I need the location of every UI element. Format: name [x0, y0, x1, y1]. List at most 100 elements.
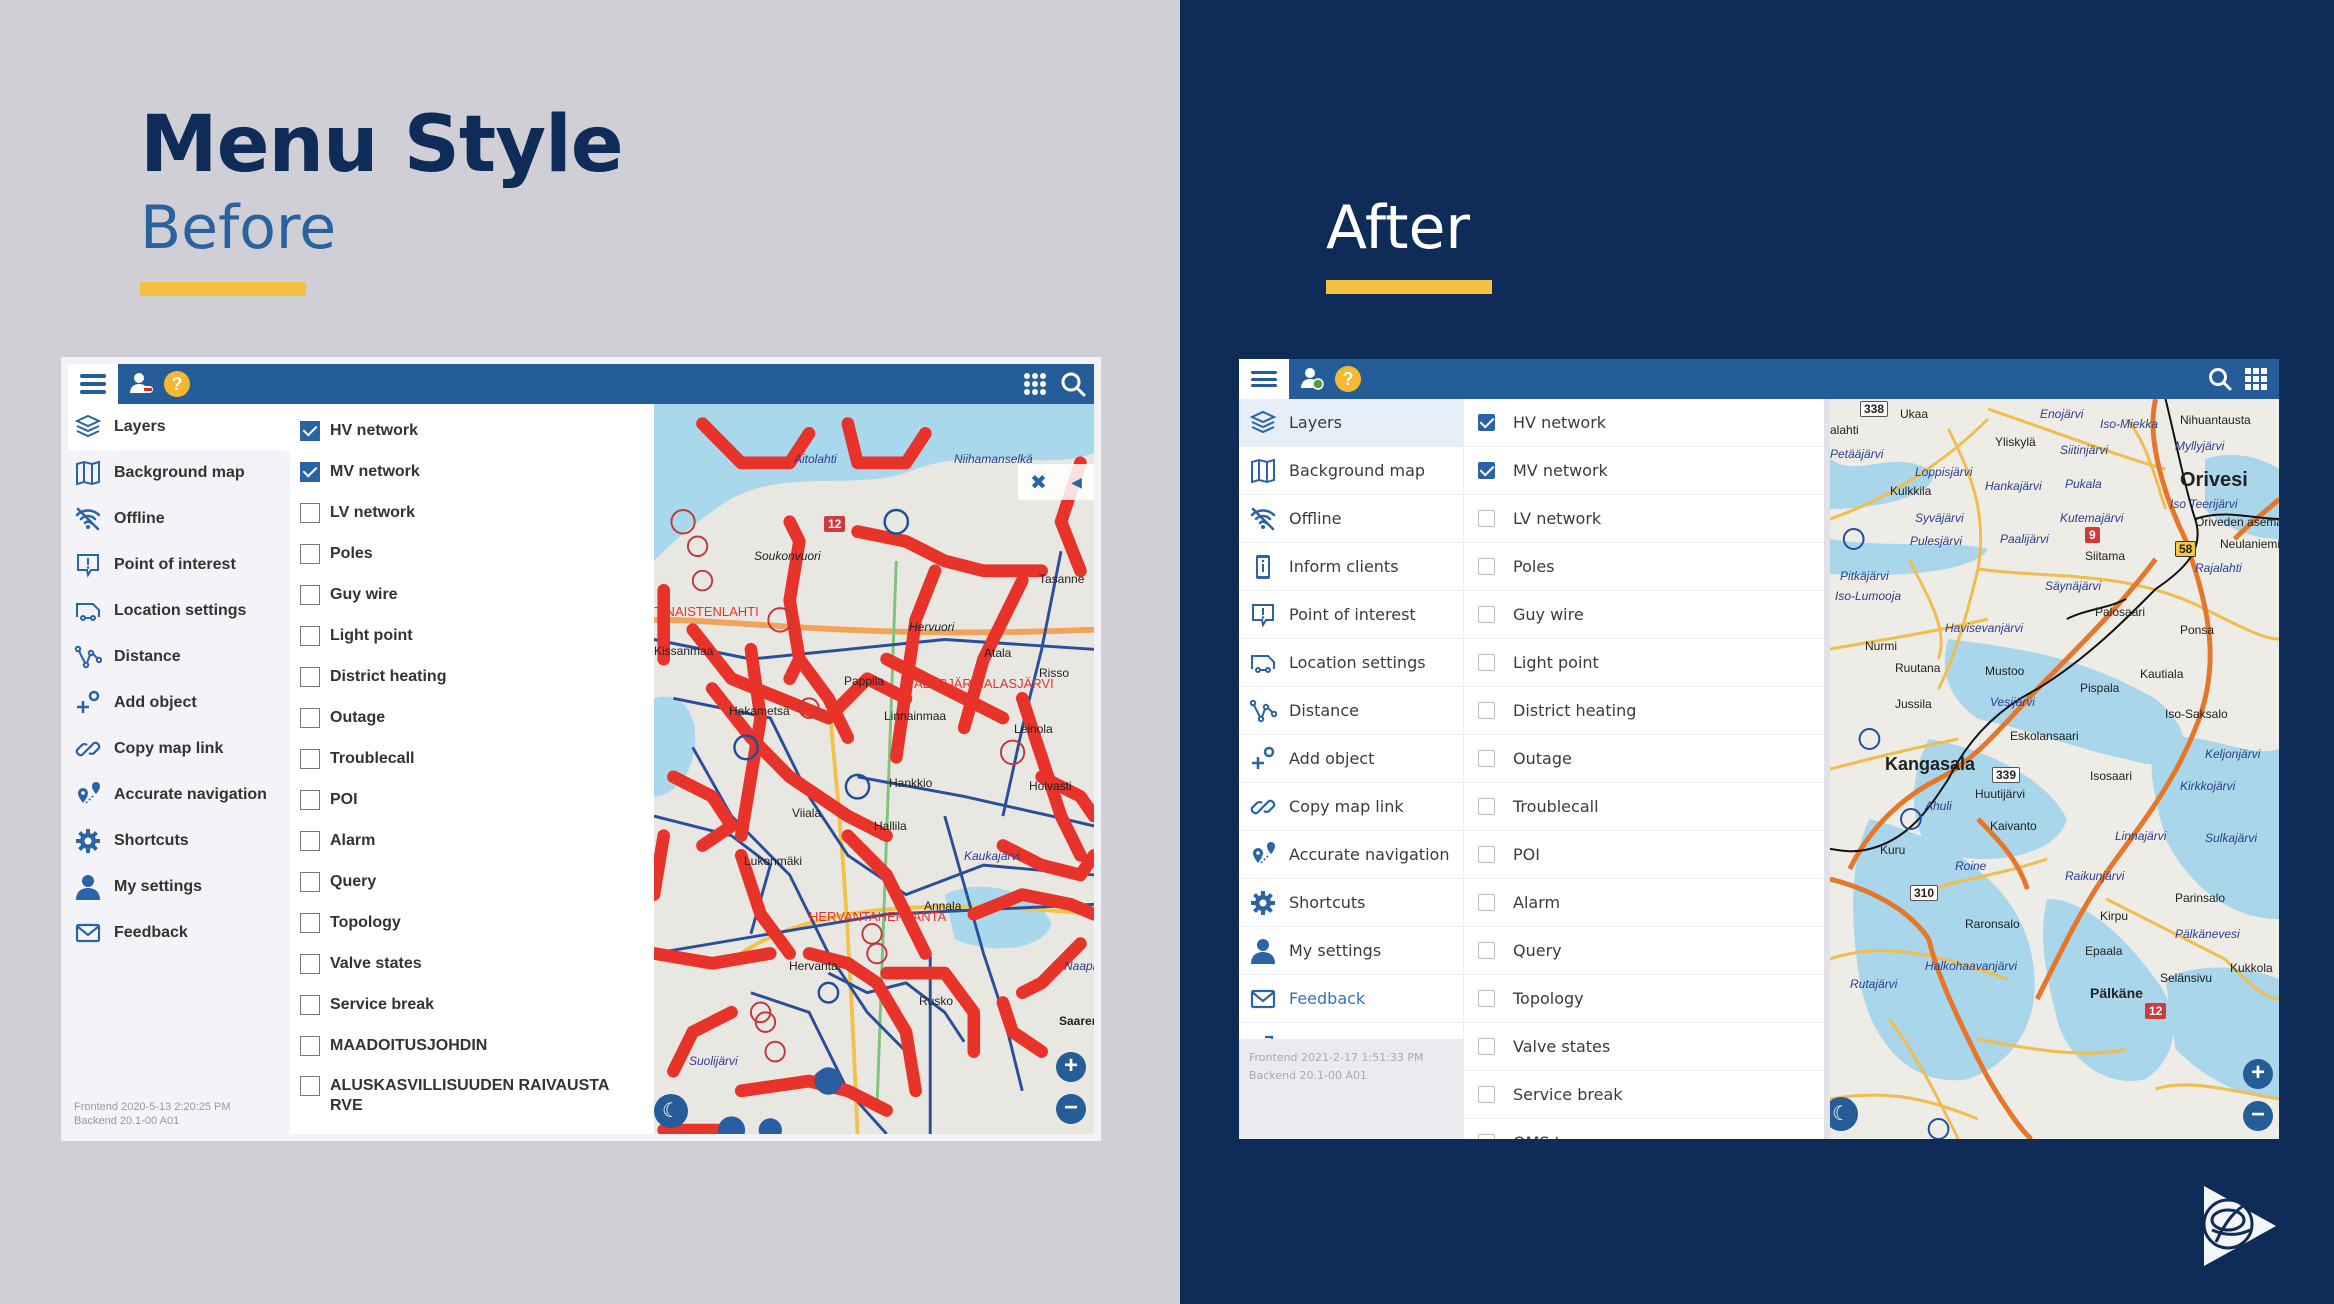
search-icon[interactable]	[2207, 366, 2233, 392]
layer-toggle-troublecall[interactable]: Troublecall	[1464, 783, 1824, 831]
sidebar-item-my-settings[interactable]: My settings	[68, 864, 290, 910]
zoom-in-button[interactable]: +	[1056, 1052, 1086, 1082]
sidebar-item-point-of-interest[interactable]: Point of interest	[68, 542, 290, 588]
checkbox-checked[interactable]	[1478, 414, 1495, 431]
sidebar-item-copy-map-link[interactable]: Copy map link	[1239, 783, 1463, 831]
checkbox-unchecked[interactable]	[1478, 558, 1495, 575]
sidebar-item-copy-map-link[interactable]: Copy map link	[68, 726, 290, 772]
layer-toggle-service-break[interactable]: Service break	[290, 984, 654, 1025]
checkbox-unchecked[interactable]	[300, 748, 320, 769]
zoom-in-button[interactable]: +	[2243, 1059, 2273, 1089]
sidebar-item-my-settings[interactable]: My settings	[1239, 927, 1463, 975]
checkbox-unchecked[interactable]	[1478, 1134, 1495, 1139]
sidebar-item-add-object[interactable]: Add object	[1239, 735, 1463, 783]
checkbox-unchecked[interactable]	[1478, 510, 1495, 527]
layer-toggle-mv-network[interactable]: MV network	[290, 451, 654, 492]
checkbox-unchecked[interactable]	[300, 502, 320, 523]
checkbox-unchecked[interactable]	[300, 666, 320, 687]
layer-toggle-alarm[interactable]: Alarm	[290, 820, 654, 861]
help-icon[interactable]: ?	[164, 371, 190, 397]
layer-toggle-poles[interactable]: Poles	[1464, 543, 1824, 591]
before-map[interactable]: Aitolahti Niihamanselkä Soukonvuori Tasa…	[654, 404, 1094, 1134]
grid-icon[interactable]	[2243, 366, 2269, 392]
layer-toggle-topology[interactable]: Topology	[290, 902, 654, 943]
sidebar-item-offline[interactable]: Offline	[1239, 495, 1463, 543]
sidebar-item-background-map[interactable]: Background map	[68, 450, 290, 496]
layer-toggle-query[interactable]: Query	[1464, 927, 1824, 975]
checkbox-unchecked[interactable]	[300, 1076, 320, 1096]
sidebar-item-feedback[interactable]: Feedback	[1239, 975, 1463, 1023]
menu-button[interactable]	[68, 364, 118, 404]
after-map[interactable]: Ukaa Enojärvi Iso-Miekka Nihuantausta al…	[1824, 399, 2279, 1139]
checkbox-unchecked[interactable]	[1478, 990, 1495, 1007]
sidebar-item-shortcuts[interactable]: Shortcuts	[68, 818, 290, 864]
layer-toggle-mv-network[interactable]: MV network	[1464, 447, 1824, 495]
checkbox-unchecked[interactable]	[300, 912, 320, 933]
checkbox-unchecked[interactable]	[1478, 798, 1495, 815]
layer-toggle-hv-network[interactable]: HV network	[290, 410, 654, 451]
checkbox-unchecked[interactable]	[300, 1035, 320, 1056]
sidebar-item-add-object[interactable]: Add object	[68, 680, 290, 726]
checkbox-unchecked[interactable]	[1478, 1086, 1495, 1103]
layer-toggle-poi[interactable]: POI	[290, 779, 654, 820]
checkbox-unchecked[interactable]	[1478, 894, 1495, 911]
checkbox-checked[interactable]	[300, 420, 320, 441]
zoom-out-button[interactable]: −	[2243, 1101, 2273, 1131]
layer-toggle-light-point[interactable]: Light point	[290, 615, 654, 656]
layer-toggle-maadoitusjohdin[interactable]: MAADOITUSJOHDIN	[290, 1025, 654, 1066]
sidebar-item-inform-clients[interactable]: Inform clients	[1239, 543, 1463, 591]
layer-toggle-light-point[interactable]: Light point	[1464, 639, 1824, 687]
checkbox-unchecked[interactable]	[1478, 750, 1495, 767]
checkbox-unchecked[interactable]	[300, 953, 320, 974]
checkbox-unchecked[interactable]	[300, 543, 320, 564]
sidebar-item-location-settings[interactable]: Location settings	[1239, 639, 1463, 687]
layer-toggle-alarm[interactable]: Alarm	[1464, 879, 1824, 927]
night-mode-icon[interactable]: ☾	[654, 1094, 688, 1128]
sidebar-item-layers[interactable]: Layers	[68, 404, 290, 450]
sidebar-item-background-map[interactable]: Background map	[1239, 447, 1463, 495]
checkbox-unchecked[interactable]	[1478, 654, 1495, 671]
layer-toggle-district-heating[interactable]: District heating	[290, 656, 654, 697]
checkbox-unchecked[interactable]	[1478, 942, 1495, 959]
night-mode-icon[interactable]: ☾	[1830, 1097, 1858, 1131]
checkbox-unchecked[interactable]	[1478, 606, 1495, 623]
sidebar-item-feedback[interactable]: Feedback	[68, 910, 290, 956]
zoom-out-button[interactable]: −	[1056, 1094, 1086, 1124]
tools-icon[interactable]: ✖	[1030, 470, 1047, 495]
user-online-icon[interactable]	[1299, 366, 1325, 392]
layer-toggle-lv-network[interactable]: LV network	[290, 492, 654, 533]
layer-toggle-service-break[interactable]: Service break	[1464, 1071, 1824, 1119]
layer-toggle-poles[interactable]: Poles	[290, 533, 654, 574]
sidebar-item-offline[interactable]: Offline	[68, 496, 290, 542]
checkbox-unchecked[interactable]	[300, 789, 320, 810]
layer-toggle-query[interactable]: Query	[290, 861, 654, 902]
checkbox-unchecked[interactable]	[300, 707, 320, 728]
sidebar-item-accurate-navigation[interactable]: Accurate navigation	[1239, 831, 1463, 879]
layer-toggle-district-heating[interactable]: District heating	[1464, 687, 1824, 735]
sidebar-item-location-settings[interactable]: Location settings	[68, 588, 290, 634]
layer-toggle-guy-wire[interactable]: Guy wire	[290, 574, 654, 615]
layer-toggle-aluskasvillisuuden-raivaustarve[interactable]: ALUSKASVILLISUUDEN RAIVAUSTARVE	[290, 1066, 654, 1116]
sidebar-item-distance[interactable]: Distance	[68, 634, 290, 680]
user-offline-icon[interactable]	[128, 371, 154, 397]
layer-toggle-topology[interactable]: Topology	[1464, 975, 1824, 1023]
layer-toggle-guy-wire[interactable]: Guy wire	[1464, 591, 1824, 639]
checkbox-unchecked[interactable]	[300, 830, 320, 851]
sidebar-item-shortcuts[interactable]: Shortcuts	[1239, 879, 1463, 927]
sidebar-item-point-of-interest[interactable]: Point of interest	[1239, 591, 1463, 639]
menu-button[interactable]	[1239, 359, 1289, 399]
layer-toggle-outage[interactable]: Outage	[290, 697, 654, 738]
after-layer-list[interactable]: HV network MV network LV network Poles Guy w…	[1463, 399, 1824, 1139]
checkbox-checked[interactable]	[1478, 462, 1495, 479]
checkbox-checked[interactable]	[300, 461, 320, 482]
checkbox-unchecked[interactable]	[300, 871, 320, 892]
collapse-arrow-icon[interactable]: ◀	[1071, 474, 1082, 491]
layer-toggle-troublecall[interactable]: Troublecall	[290, 738, 654, 779]
layer-toggle-valve-states[interactable]: Valve states	[1464, 1023, 1824, 1071]
sidebar-item-layers[interactable]: Layers	[1239, 399, 1463, 447]
grid-icon[interactable]	[1022, 371, 1048, 397]
checkbox-unchecked[interactable]	[300, 625, 320, 646]
layer-toggle-oms-temporary-area[interactable]: OMS temporary area	[1464, 1119, 1824, 1139]
checkbox-unchecked[interactable]	[1478, 846, 1495, 863]
checkbox-unchecked[interactable]	[1478, 702, 1495, 719]
